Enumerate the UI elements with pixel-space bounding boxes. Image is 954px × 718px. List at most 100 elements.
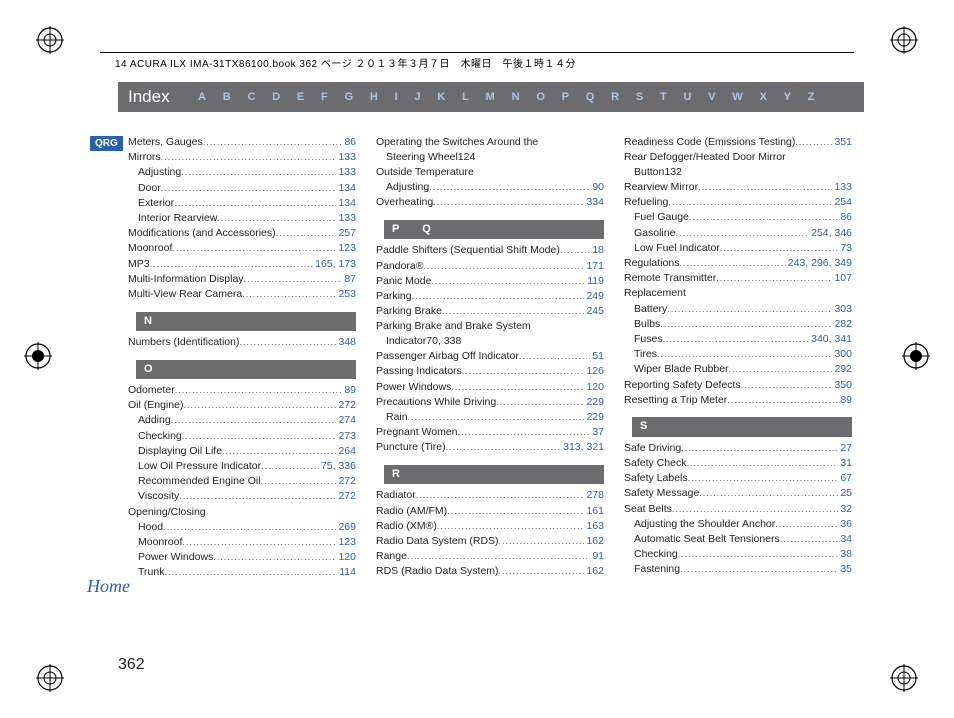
- page-ref[interactable]: 134: [336, 181, 356, 196]
- page-ref[interactable]: 73: [838, 241, 852, 256]
- page-ref[interactable]: 272: [336, 474, 356, 489]
- page-ref[interactable]: 303: [832, 302, 852, 317]
- page-ref[interactable]: 31: [838, 456, 852, 471]
- alpha-link-y[interactable]: Y: [784, 91, 791, 103]
- page-ref[interactable]: 70, 338: [426, 334, 461, 349]
- page-ref[interactable]: 133: [832, 180, 852, 195]
- page-ref[interactable]: 350: [832, 378, 852, 393]
- page-ref[interactable]: 171: [584, 259, 604, 274]
- page-ref[interactable]: 348: [336, 335, 356, 350]
- page-ref[interactable]: 90: [590, 180, 604, 195]
- alpha-link-l[interactable]: L: [462, 91, 469, 103]
- page-ref[interactable]: 133: [336, 165, 356, 180]
- page-ref[interactable]: 89: [838, 393, 852, 408]
- alpha-link-d[interactable]: D: [272, 91, 280, 103]
- page-ref[interactable]: 123: [336, 535, 356, 550]
- page-ref[interactable]: 273: [336, 429, 356, 444]
- page-ref[interactable]: 334: [584, 195, 604, 210]
- page-ref[interactable]: 269: [336, 520, 356, 535]
- page-ref[interactable]: 27: [838, 441, 852, 456]
- page-ref[interactable]: 134: [336, 196, 356, 211]
- page-ref[interactable]: 133: [336, 150, 356, 165]
- page-ref[interactable]: 278: [584, 488, 604, 503]
- page-ref[interactable]: 25: [838, 486, 852, 501]
- page-ref[interactable]: 340, 341: [809, 332, 852, 347]
- page-ref[interactable]: 229: [584, 395, 604, 410]
- page-ref[interactable]: 272: [336, 398, 356, 413]
- alpha-link-t[interactable]: T: [660, 91, 667, 103]
- page-ref[interactable]: 351: [832, 135, 852, 150]
- alpha-link-g[interactable]: G: [345, 91, 354, 103]
- alpha-link-z[interactable]: Z: [808, 91, 815, 103]
- alpha-link-s[interactable]: S: [636, 91, 643, 103]
- alpha-link-j[interactable]: J: [414, 91, 420, 103]
- page-ref[interactable]: 253: [336, 287, 356, 302]
- page-ref[interactable]: 67: [838, 471, 852, 486]
- page-ref[interactable]: 89: [342, 383, 356, 398]
- page-ref[interactable]: 249: [584, 289, 604, 304]
- alpha-link-h[interactable]: H: [370, 91, 378, 103]
- alpha-link-n[interactable]: N: [512, 91, 520, 103]
- page-ref[interactable]: 86: [342, 135, 356, 150]
- page-ref[interactable]: 163: [584, 519, 604, 534]
- page-ref[interactable]: 282: [832, 317, 852, 332]
- page-ref[interactable]: 107: [832, 271, 852, 286]
- page-ref[interactable]: 114: [337, 565, 356, 580]
- page-ref[interactable]: 264: [336, 444, 356, 459]
- page-ref[interactable]: 38: [838, 547, 852, 562]
- page-ref[interactable]: 91: [590, 549, 604, 564]
- page-ref[interactable]: 124: [458, 150, 476, 165]
- alpha-link-q[interactable]: Q: [586, 91, 595, 103]
- page-ref[interactable]: 272: [336, 489, 356, 504]
- home-link[interactable]: Home: [87, 576, 130, 597]
- alpha-link-p[interactable]: P: [562, 91, 569, 103]
- page-ref[interactable]: 229: [584, 410, 604, 425]
- page-ref[interactable]: 120: [336, 550, 356, 565]
- page-ref[interactable]: 162: [584, 564, 604, 579]
- alpha-link-a[interactable]: A: [198, 91, 206, 103]
- page-ref[interactable]: 36: [838, 517, 852, 532]
- page-ref[interactable]: 274: [336, 413, 356, 428]
- page-ref[interactable]: 75, 336: [319, 459, 356, 474]
- page-ref[interactable]: 245: [584, 304, 604, 319]
- page-ref[interactable]: 257: [336, 226, 356, 241]
- page-ref[interactable]: 243, 296, 349: [786, 256, 852, 271]
- alpha-link-v[interactable]: V: [708, 91, 715, 103]
- alpha-link-w[interactable]: W: [732, 91, 742, 103]
- page-ref[interactable]: 300: [832, 347, 852, 362]
- page-ref[interactable]: 120: [584, 380, 604, 395]
- page-ref[interactable]: 165, 173: [313, 257, 356, 272]
- page-ref[interactable]: 87: [342, 272, 356, 287]
- alpha-link-r[interactable]: R: [611, 91, 619, 103]
- page-ref[interactable]: 126: [584, 364, 604, 379]
- page-ref[interactable]: 35: [838, 562, 852, 577]
- page-ref[interactable]: 162: [584, 534, 604, 549]
- page-ref[interactable]: 32: [838, 502, 852, 517]
- page-ref[interactable]: 132: [664, 165, 682, 180]
- alpha-link-k[interactable]: K: [437, 91, 445, 103]
- page-ref[interactable]: 86: [838, 210, 852, 225]
- index-entry: Hood269: [128, 520, 356, 535]
- page-ref[interactable]: 18: [590, 243, 604, 258]
- qrg-badge[interactable]: QRG: [90, 136, 123, 151]
- page-ref[interactable]: 34: [838, 532, 852, 547]
- page-ref[interactable]: 119: [585, 274, 604, 289]
- page-ref[interactable]: 123: [336, 241, 356, 256]
- page-ref[interactable]: 313, 321: [561, 440, 604, 455]
- alpha-link-f[interactable]: F: [321, 91, 328, 103]
- page-ref[interactable]: 292: [832, 362, 852, 377]
- page-ref[interactable]: 254, 346: [809, 226, 852, 241]
- alpha-link-m[interactable]: M: [486, 91, 495, 103]
- alpha-link-o[interactable]: O: [536, 91, 545, 103]
- page-ref[interactable]: 161: [584, 504, 604, 519]
- page-ref[interactable]: 254: [832, 195, 852, 210]
- alpha-link-u[interactable]: U: [684, 91, 692, 103]
- alpha-link-x[interactable]: X: [760, 91, 767, 103]
- alpha-link-b[interactable]: B: [223, 91, 231, 103]
- alpha-link-c[interactable]: C: [247, 91, 255, 103]
- page-ref[interactable]: 37: [590, 425, 604, 440]
- alpha-link-e[interactable]: E: [297, 91, 304, 103]
- page-ref[interactable]: 51: [590, 349, 604, 364]
- alpha-link-i[interactable]: I: [395, 91, 398, 103]
- page-ref[interactable]: 133: [336, 211, 356, 226]
